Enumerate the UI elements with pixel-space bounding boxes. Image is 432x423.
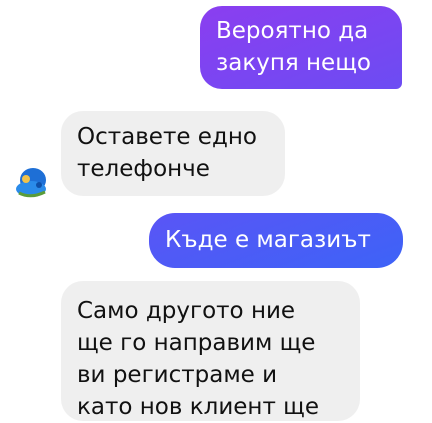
incoming-message-bubble[interactable]: Само другото ние ще го направим ще ви ре… bbox=[61, 281, 360, 421]
incoming-message-bubble[interactable]: Оставете едно телефонче bbox=[61, 111, 285, 196]
avatar-image bbox=[16, 168, 46, 198]
outgoing-message-bubble[interactable]: Вероятно да закупя нещо bbox=[200, 6, 402, 89]
outgoing-message-bubble[interactable]: Къде е магазиът bbox=[149, 213, 403, 268]
user-avatar-icon[interactable] bbox=[13, 163, 50, 200]
